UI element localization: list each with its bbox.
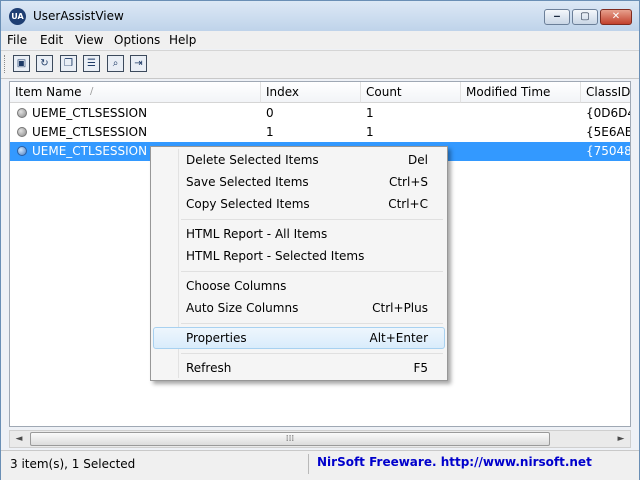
cell-classid: {7504870 (586, 144, 630, 158)
menu-item-shortcut: Ctrl+C (388, 197, 428, 211)
menu-item-label: HTML Report - Selected Items (186, 249, 365, 263)
menu-bar: File Edit View Options Help (1, 31, 639, 49)
copy-icon[interactable]: ❐ (60, 55, 77, 72)
maximize-button[interactable]: ▢ (572, 9, 598, 25)
grip-icon: ⁞⁞⁞ (285, 434, 295, 444)
column-header-modified-time[interactable]: Modified Time (461, 82, 581, 103)
cell-classid: {0D6D4F4 (586, 106, 630, 120)
menu-item-label: Properties (186, 331, 247, 345)
context-menu: Delete Selected Items Del Save Selected … (150, 146, 448, 381)
scroll-left-icon[interactable]: ◄ (11, 432, 27, 446)
menu-item-shortcut: Alt+Enter (369, 331, 428, 345)
menu-item-delete-selected[interactable]: Delete Selected Items Del (153, 149, 445, 171)
horizontal-scrollbar[interactable]: ◄ ⁞⁞⁞ ► (9, 430, 631, 448)
menu-separator (181, 353, 443, 354)
close-icon: ✕ (611, 11, 621, 22)
window-title: UserAssistView (33, 9, 124, 23)
menu-item-label: Auto Size Columns (186, 301, 299, 315)
menu-item-shortcut: Del (408, 153, 428, 167)
column-header-classid[interactable]: ClassID (581, 82, 630, 103)
save-icon[interactable]: ▣ (13, 55, 30, 72)
minimize-icon: ‒ (553, 11, 561, 22)
menu-item-shortcut: F5 (413, 361, 428, 375)
nirsoft-link[interactable]: NirSoft Freeware. http://www.nirsoft.net (317, 455, 592, 469)
maximize-icon: ▢ (580, 11, 590, 22)
menu-item-label: HTML Report - All Items (186, 227, 328, 241)
app-icon: UA (9, 8, 26, 25)
sort-arrow-icon: / (90, 86, 94, 97)
cell-item-name: UEME_CTLSESSION (32, 125, 148, 139)
menu-options[interactable]: Options (114, 32, 160, 48)
item-state-icon (17, 127, 27, 137)
menu-item-label: Choose Columns (186, 279, 287, 293)
scroll-thumb[interactable]: ⁞⁞⁞ (30, 432, 550, 446)
menu-item-save-selected[interactable]: Save Selected Items Ctrl+S (153, 171, 445, 193)
menu-item-shortcut: Ctrl+S (388, 175, 428, 189)
menu-item-copy-selected[interactable]: Copy Selected Items Ctrl+C (153, 193, 445, 215)
menu-separator (181, 219, 443, 220)
menu-item-label: Copy Selected Items (186, 197, 310, 211)
scroll-right-icon[interactable]: ► (613, 432, 629, 446)
exit-icon[interactable]: ⇥ (130, 55, 147, 72)
toolbar-grip[interactable] (4, 55, 8, 73)
find-icon[interactable]: ⌕ (107, 55, 124, 72)
column-header-count[interactable]: Count (361, 82, 461, 103)
menu-item-auto-size-columns[interactable]: Auto Size Columns Ctrl+Plus (153, 297, 445, 319)
menu-help[interactable]: Help (169, 32, 196, 48)
item-state-icon (17, 108, 27, 118)
cell-classid: {5E6AB78 (586, 125, 630, 139)
menu-item-shortcut: Ctrl+Plus (372, 301, 428, 315)
menu-item-refresh[interactable]: Refresh F5 (153, 357, 445, 379)
status-bar: 3 item(s), 1 Selected NirSoft Freeware. … (1, 450, 639, 480)
cell-item-name: UEME_CTLSESSION (32, 106, 148, 120)
cell-index: 0 (266, 106, 274, 120)
minimize-button[interactable]: ‒ (544, 9, 570, 25)
menu-item-choose-columns[interactable]: Choose Columns (153, 275, 445, 297)
menu-separator (181, 271, 443, 272)
menu-item-label: Delete Selected Items (186, 153, 319, 167)
title-bar[interactable]: UA UserAssistView ‒ ▢ ✕ (1, 1, 639, 31)
cell-count: 1 (366, 106, 374, 120)
menu-item-html-report-all[interactable]: HTML Report - All Items (153, 223, 445, 245)
close-button[interactable]: ✕ (600, 9, 632, 25)
menu-item-html-report-selected[interactable]: HTML Report - Selected Items (153, 245, 445, 267)
menu-file[interactable]: File (7, 32, 27, 48)
cell-count: 1 (366, 125, 374, 139)
refresh-icon[interactable]: ↻ (36, 55, 53, 72)
column-header-item-name[interactable]: Item Name / (10, 82, 261, 103)
status-divider (308, 454, 309, 474)
status-item-count: 3 item(s), 1 Selected (10, 457, 136, 471)
item-state-icon (17, 146, 27, 156)
cell-index: 1 (266, 125, 274, 139)
column-header-label: Item Name (15, 85, 82, 99)
menu-separator (181, 323, 443, 324)
table-row[interactable]: UEME_CTLSESSION 0 1 {0D6D4F4 (10, 104, 630, 123)
column-header-index[interactable]: Index (261, 82, 361, 103)
table-row[interactable]: UEME_CTLSESSION 1 1 {5E6AB78 (10, 123, 630, 142)
toolbar: ▣ ↻ ❐ ☰ ⌕ ⇥ (1, 50, 639, 79)
menu-view[interactable]: View (75, 32, 103, 48)
properties-icon[interactable]: ☰ (83, 55, 100, 72)
menu-item-properties[interactable]: Properties Alt+Enter (153, 327, 445, 349)
menu-item-label: Save Selected Items (186, 175, 309, 189)
menu-item-label: Refresh (186, 361, 232, 375)
menu-edit[interactable]: Edit (40, 32, 63, 48)
